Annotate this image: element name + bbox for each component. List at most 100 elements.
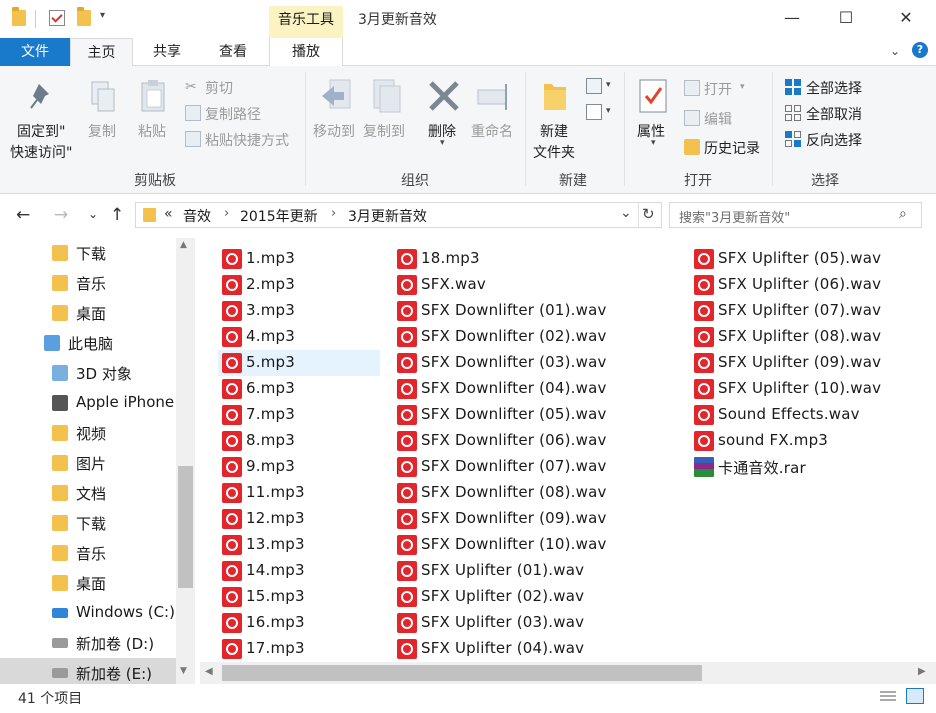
file-item[interactable]: SFX Downlifter (03).wav [393, 350, 606, 376]
delete-dropdown-icon[interactable]: ▾ [440, 138, 445, 148]
file-item[interactable]: SFX Downlifter (01).wav [393, 298, 606, 324]
nav-item[interactable]: 下载 [0, 508, 176, 538]
file-item[interactable]: SFX Uplifter (01).wav [393, 558, 593, 584]
details-view-icon[interactable] [880, 690, 896, 704]
nav-item[interactable]: 音乐 [0, 268, 176, 298]
tab-view[interactable]: 查看 [201, 38, 265, 66]
file-item[interactable]: SFX Uplifter (08).wav [690, 324, 890, 350]
scroll-left-icon[interactable]: ◀ [205, 666, 213, 677]
file-item[interactable]: SFX Downlifter (10).wav [393, 532, 606, 558]
file-item[interactable]: 11.mp3 [218, 480, 380, 506]
scroll-right-icon[interactable]: ▶ [918, 666, 926, 677]
file-item[interactable]: SFX Downlifter (04).wav [393, 376, 606, 402]
file-item[interactable]: 8.mp3 [218, 428, 380, 454]
back-arrow-icon[interactable]: ← [16, 205, 30, 225]
nav-item[interactable]: 视频 [0, 418, 176, 448]
copy-button[interactable]: 复制 [88, 121, 116, 141]
easy-access-dropdown-icon[interactable]: ▾ [606, 106, 611, 116]
address-bar[interactable]: « 音效 › 2015年更新 › 3月更新音效 ⌄ ↻ [135, 202, 662, 228]
file-item[interactable]: 9.mp3 [218, 454, 380, 480]
rename-button[interactable]: 重命名 [471, 121, 513, 141]
new-folder-button[interactable]: 新建 [540, 121, 568, 141]
file-item[interactable]: SFX Uplifter (03).wav [393, 610, 593, 636]
file-item[interactable]: SFX Downlifter (05).wav [393, 402, 606, 428]
file-item[interactable]: SFX Downlifter (08).wav [393, 480, 606, 506]
nav-item[interactable]: 下载 [0, 238, 176, 268]
nav-item[interactable]: 此电脑 [0, 328, 176, 358]
file-item[interactable]: 14.mp3 [218, 558, 380, 584]
large-icons-view-icon[interactable] [906, 688, 924, 704]
refresh-icon[interactable]: ↻ [642, 205, 655, 223]
file-item[interactable]: 17.mp3 [218, 636, 380, 662]
file-item[interactable]: SFX Uplifter (04).wav [393, 636, 593, 662]
copy-path-button[interactable]: 复制路径 [205, 104, 261, 124]
properties-dropdown-icon[interactable]: ▾ [651, 138, 656, 148]
nav-item[interactable]: 桌面 [0, 298, 176, 328]
breadcrumb-item[interactable]: 音效 [183, 206, 211, 226]
open-button[interactable]: 打开 [704, 79, 732, 99]
file-item[interactable]: SFX Downlifter (02).wav [393, 324, 606, 350]
file-item[interactable]: SFX Uplifter (05).wav [690, 246, 890, 272]
new-folder-quick-icon[interactable] [77, 7, 91, 26]
open-dropdown-icon[interactable]: ▾ [740, 82, 745, 92]
nav-item[interactable]: 桌面 [0, 568, 176, 598]
scrollbar-thumb[interactable] [178, 466, 193, 588]
help-icon[interactable]: ? [912, 42, 928, 58]
file-item[interactable]: 16.mp3 [218, 610, 380, 636]
file-item[interactable]: 13.mp3 [218, 532, 380, 558]
cut-button[interactable]: 剪切 [205, 78, 233, 98]
file-item[interactable]: 12.mp3 [218, 506, 380, 532]
file-item[interactable]: 卡通音效.rar [690, 454, 890, 480]
file-item[interactable]: SFX Uplifter (07).wav [690, 298, 890, 324]
nav-item[interactable]: Apple iPhone [0, 388, 176, 418]
file-item[interactable]: SFX Uplifter (06).wav [690, 272, 890, 298]
file-item[interactable]: SFX.wav [393, 272, 593, 298]
breadcrumb-item[interactable]: 2015年更新 [240, 206, 318, 226]
tab-play[interactable]: 播放 [269, 38, 343, 66]
search-icon[interactable]: ⌕ [899, 206, 907, 222]
navigation-pane-scrollbar[interactable]: ▲ ▼ [176, 238, 195, 684]
properties-quick-icon[interactable] [49, 10, 65, 26]
move-to-button[interactable]: 移动到 [313, 121, 355, 141]
file-item[interactable]: 2.mp3 [218, 272, 380, 298]
invert-selection-button[interactable]: 反向选择 [806, 130, 862, 150]
tab-home[interactable]: 主页 [70, 38, 133, 67]
recent-locations-chevron-icon[interactable]: ⌄ [88, 207, 98, 221]
file-item[interactable]: Sound Effects.wav [690, 402, 890, 428]
tab-share[interactable]: 共享 [135, 38, 199, 66]
paste-shortcut-button[interactable]: 粘贴快捷方式 [205, 130, 289, 150]
nav-item[interactable]: 图片 [0, 448, 176, 478]
file-item[interactable]: 18.mp3 [393, 246, 593, 272]
file-item[interactable]: SFX Uplifter (02).wav [393, 584, 593, 610]
close-button[interactable]: ✕ [880, 0, 932, 36]
paste-button[interactable]: 粘贴 [138, 121, 166, 141]
select-all-button[interactable]: 全部选择 [806, 78, 862, 98]
file-item[interactable]: SFX Downlifter (07).wav [393, 454, 606, 480]
file-item[interactable]: 5.mp3 [218, 350, 380, 376]
file-item[interactable]: 1.mp3 [218, 246, 380, 272]
forward-arrow-icon[interactable]: → [54, 205, 68, 225]
nav-item[interactable]: 新加卷 (D:) [0, 628, 176, 658]
breadcrumb-overflow[interactable]: « [164, 206, 173, 222]
scroll-up-icon[interactable]: ▲ [180, 240, 187, 250]
pin-quick-access-button[interactable]: 固定到" [17, 121, 65, 141]
customize-quick-access-icon[interactable]: ▾ [100, 10, 105, 21]
maximize-button[interactable]: ☐ [820, 0, 872, 36]
history-button[interactable]: 历史记录 [704, 138, 760, 158]
file-item[interactable]: SFX Uplifter (09).wav [690, 350, 890, 376]
nav-item[interactable]: 3D 对象 [0, 358, 176, 388]
collapse-ribbon-icon[interactable]: ⌄ [890, 44, 900, 58]
copy-to-button[interactable]: 复制到 [363, 121, 405, 141]
file-item[interactable]: 7.mp3 [218, 402, 380, 428]
address-history-chevron-icon[interactable]: ⌄ [620, 205, 632, 221]
nav-item[interactable]: 文档 [0, 478, 176, 508]
file-item[interactable]: 3.mp3 [218, 298, 380, 324]
horizontal-scrollbar[interactable]: ◀ ▶ [200, 662, 936, 684]
up-arrow-icon[interactable]: ↑ [110, 205, 124, 225]
file-item[interactable]: sound FX.mp3 [690, 428, 890, 454]
breadcrumb-chevron-icon[interactable]: › [224, 206, 229, 221]
file-item[interactable]: 15.mp3 [218, 584, 380, 610]
file-item[interactable]: 4.mp3 [218, 324, 380, 350]
edit-button[interactable]: 编辑 [704, 109, 732, 129]
file-item[interactable]: SFX Downlifter (09).wav [393, 506, 606, 532]
